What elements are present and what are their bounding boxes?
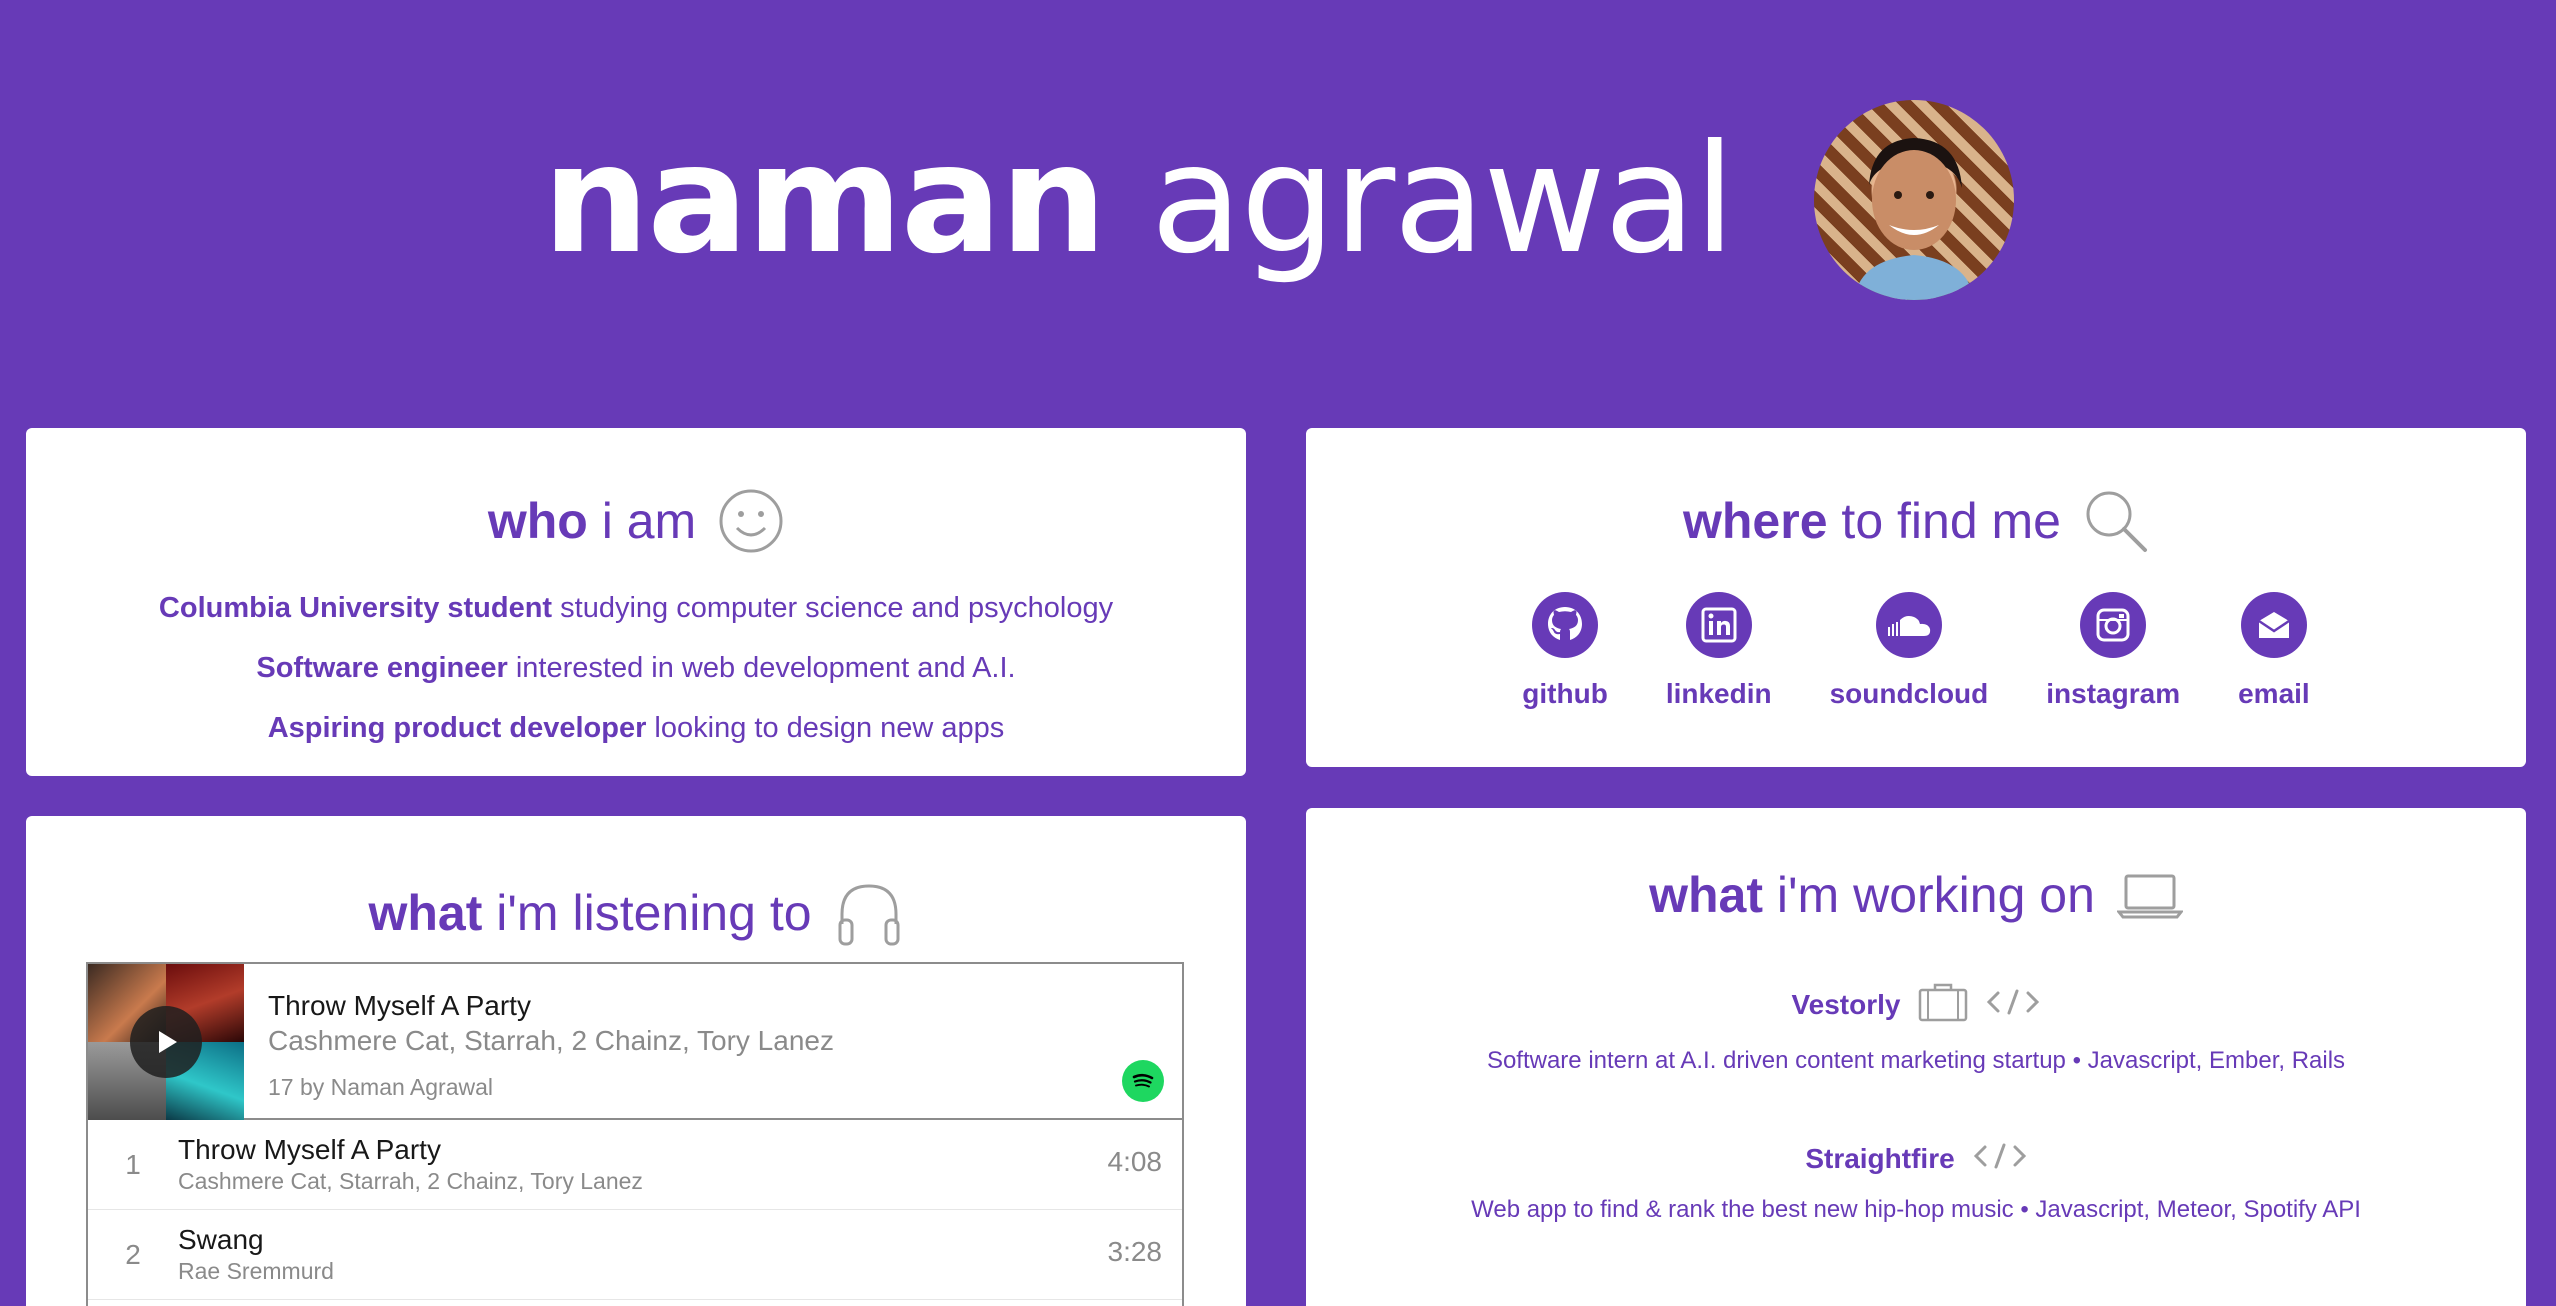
who-line: Columbia University student studying com… [158, 592, 1114, 624]
code-icon [1973, 1141, 2027, 1176]
spotify-icon[interactable] [1122, 1060, 1164, 1102]
instagram-icon[interactable] [2080, 592, 2147, 658]
social-label-instagram[interactable]: instagram [2046, 678, 2180, 710]
track-info: Throw Myself A Party Cashmere Cat, Starr… [178, 1134, 643, 1196]
now-playing-artists: Cashmere Cat, Starrah, 2 Chainz, Tory La… [268, 1025, 834, 1056]
briefcase-icon [1918, 982, 1968, 1027]
player-meta: Throw Myself A Party Cashmere Cat, Starr… [244, 964, 834, 1118]
social-links: github linkedin soundcloud instagram ema… [1306, 592, 2526, 710]
track-title: Throw Myself A Party [178, 1133, 441, 1165]
social-label-soundcloud[interactable]: soundcloud [1830, 678, 1989, 710]
spotify-player: Throw Myself A Party Cashmere Cat, Starr… [86, 962, 1184, 1306]
email-icon[interactable] [2240, 592, 2307, 658]
who-i-am-card: who i am Columbia University student stu… [26, 428, 1246, 776]
github-icon[interactable] [1532, 592, 1599, 658]
project-header: Vestorly [1306, 982, 2526, 1027]
avatar-portrait [1853, 138, 1974, 300]
avatar [1813, 100, 2014, 300]
page-title: naman agrawal [542, 125, 1735, 275]
project-name[interactable]: Vestorly [1792, 989, 1901, 1021]
project-description: Software intern at A.I. driven content m… [1486, 1047, 2346, 1074]
page-header: naman agrawal [0, 0, 2556, 400]
first-name: naman [542, 113, 1106, 287]
social-label-linkedin[interactable]: linkedin [1666, 678, 1772, 710]
project-straightfire: Straightfire Web app to find & rank the … [1306, 1141, 2526, 1224]
laptop-icon [2116, 870, 2183, 920]
working-on-card: what i'm working on Vestorly Software in… [1306, 808, 2526, 1306]
listening-title: what i'm listening to [26, 878, 1246, 948]
social-label-github[interactable]: github [1522, 678, 1608, 710]
playlist-owner: 17 by Naman Agrawal [268, 1074, 494, 1100]
play-icon[interactable] [151, 1027, 181, 1057]
track-artists: Rae Sremmurd [178, 1257, 334, 1284]
project-name[interactable]: Straightfire [1805, 1143, 1954, 1175]
listening-card: what i'm listening to Throw Myself A Par… [26, 816, 1246, 1306]
track-info: Swang Rae Sremmurd [178, 1224, 334, 1286]
project-vestorly: Vestorly Software intern at A.I. driven … [1306, 982, 2526, 1075]
social-link-email[interactable]: email [2238, 592, 2310, 710]
social-label-email[interactable]: email [2238, 678, 2310, 710]
code-icon [1986, 987, 2040, 1022]
social-link-github[interactable]: github [1522, 592, 1608, 710]
playlist-cover [88, 964, 244, 1120]
last-name: agrawal [1150, 113, 1736, 287]
track-artists: Cashmere Cat, Starrah, 2 Chainz, Tory La… [178, 1167, 643, 1194]
headphones-icon [834, 878, 904, 948]
project-description: Web app to find & rank the best new hip-… [1471, 1196, 2361, 1223]
who-i-am-lines: Columbia University student studying com… [26, 578, 1246, 758]
where-to-find-me-card: where to find me github linkedin soundcl… [1306, 428, 2526, 767]
track-title: Swang [178, 1223, 264, 1255]
working-on-title: what i'm working on [1306, 870, 2526, 920]
who-i-am-title: who i am [26, 488, 1246, 554]
now-playing-title: Throw Myself A Party [268, 990, 531, 1021]
track-number: 1 [125, 1148, 141, 1180]
track-row[interactable]: 2 Swang Rae Sremmurd 3:28 [88, 1210, 1182, 1300]
social-link-soundcloud[interactable]: soundcloud [1830, 592, 1989, 710]
who-line: Aspiring product developer looking to de… [267, 712, 1005, 744]
smiley-icon [718, 488, 784, 554]
linkedin-icon[interactable] [1685, 592, 1752, 658]
social-link-instagram[interactable]: instagram [2046, 592, 2180, 710]
play-button[interactable] [130, 1006, 202, 1078]
soundcloud-icon[interactable] [1875, 592, 1942, 658]
project-header: Straightfire [1306, 1141, 2526, 1176]
track-row[interactable]: 1 Throw Myself A Party Cashmere Cat, Sta… [88, 1120, 1182, 1210]
track-number: 2 [125, 1238, 141, 1270]
player-header: Throw Myself A Party Cashmere Cat, Starr… [88, 964, 1182, 1120]
where-to-find-me-title: where to find me [1306, 488, 2526, 554]
track-duration: 3:28 [1107, 1236, 1163, 1267]
social-link-linkedin[interactable]: linkedin [1666, 592, 1772, 710]
portfolio-page: naman agrawal who i am Columbia Universi… [0, 0, 2556, 1306]
magnifier-icon [2083, 488, 2149, 554]
track-duration: 4:08 [1107, 1146, 1163, 1177]
who-line: Software engineer interested in web deve… [256, 652, 1016, 684]
